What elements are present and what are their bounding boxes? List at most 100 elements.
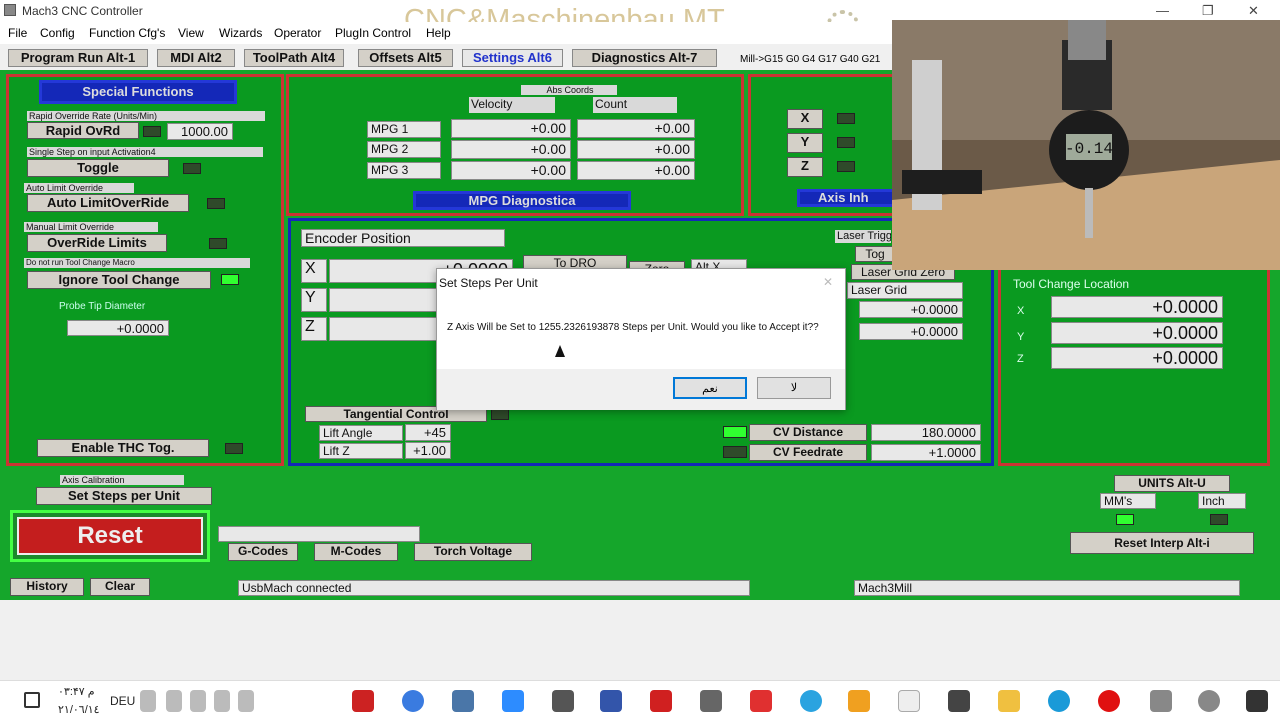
- set-steps-per-unit-button[interactable]: Set Steps per Unit: [36, 487, 212, 505]
- rapid-ovrd-button[interactable]: Rapid OvRd: [27, 122, 139, 139]
- auto-limit-override-button[interactable]: Auto LimitOverRide: [27, 194, 189, 212]
- document-icon[interactable]: [898, 690, 920, 712]
- vk-icon[interactable]: [452, 690, 474, 712]
- ignore-tool-change-led: [221, 274, 239, 285]
- d-app-icon[interactable]: [750, 690, 772, 712]
- menu-wizards[interactable]: Wizards: [219, 26, 262, 40]
- windows-start-icon[interactable]: [1246, 690, 1268, 712]
- cv-feedrate-led: [723, 446, 747, 458]
- mach3-taskbar-icon[interactable]: [552, 690, 574, 712]
- maximize-button[interactable]: ❐: [1202, 3, 1214, 19]
- tool-change-x-value[interactable]: +0.0000: [1051, 296, 1223, 318]
- input-icon[interactable]: [190, 690, 206, 712]
- reset-button[interactable]: Reset: [17, 517, 203, 555]
- mpg1-velocity: +0.00: [451, 119, 571, 138]
- onedrive-icon[interactable]: [214, 690, 230, 712]
- tab-toolpath[interactable]: ToolPath Alt4: [244, 49, 344, 67]
- wifi-icon[interactable]: [166, 690, 182, 712]
- chrome-icon[interactable]: [402, 690, 424, 712]
- tool-change-x-label: X: [1017, 305, 1025, 317]
- no-tool-change-label: Do not run Tool Change Macro: [24, 258, 250, 268]
- axis-y-button[interactable]: Y: [787, 133, 823, 153]
- menu-plugin-control[interactable]: PlugIn Control: [335, 26, 411, 40]
- acrobat-icon[interactable]: [650, 690, 672, 712]
- reset-frame: Reset: [10, 510, 210, 562]
- tab-program-run[interactable]: Program Run Alt-1: [8, 49, 148, 67]
- inkscape-icon[interactable]: [700, 690, 722, 712]
- menu-operator[interactable]: Operator: [274, 26, 321, 40]
- menu-config[interactable]: Config: [40, 26, 75, 40]
- axis-x-button[interactable]: X: [787, 109, 823, 129]
- g-codes-button[interactable]: G-Codes: [228, 543, 298, 561]
- m-codes-button[interactable]: M-Codes: [314, 543, 398, 561]
- encoder-z-label: Z: [301, 317, 327, 341]
- history-button[interactable]: History: [10, 578, 84, 596]
- units-inch-led: [1210, 514, 1228, 525]
- torch-voltage-button[interactable]: Torch Voltage: [414, 543, 532, 561]
- axis-z-button[interactable]: Z: [787, 157, 823, 177]
- reset-interp-button[interactable]: Reset Interp Alt-i: [1070, 532, 1254, 554]
- tab-diagnostics[interactable]: Diagnostics Alt-7: [572, 49, 717, 67]
- lift-z-value[interactable]: +1.00: [405, 442, 451, 459]
- rapid-ovrd-value[interactable]: 1000.00: [167, 123, 233, 140]
- tool-change-panel: Tool Change Location X +0.0000 Y +0.0000…: [998, 266, 1270, 466]
- clear-button[interactable]: Clear: [90, 578, 150, 596]
- probe-tip-value[interactable]: +0.0000: [67, 320, 169, 336]
- tray-expand-icon[interactable]: [238, 690, 254, 712]
- thc-led: [225, 443, 243, 454]
- notification-icon[interactable]: [24, 692, 40, 708]
- lift-angle-value[interactable]: +45: [405, 424, 451, 441]
- units-button[interactable]: UNITS Alt-U: [1114, 475, 1230, 492]
- auto-limit-led: [207, 198, 225, 209]
- file-explorer-icon[interactable]: [998, 690, 1020, 712]
- cv-distance-button[interactable]: CV Distance: [749, 424, 867, 441]
- laser-toggle-button[interactable]: Tog: [855, 246, 895, 262]
- search-icon[interactable]: [1198, 690, 1220, 712]
- mpg3-label: MPG 3: [367, 162, 441, 179]
- mail-icon[interactable]: [948, 690, 970, 712]
- menu-function-cfgs[interactable]: Function Cfg's: [89, 26, 165, 40]
- internet-explorer-icon[interactable]: [1048, 690, 1070, 712]
- telegram-icon[interactable]: [800, 690, 822, 712]
- dial-indicator-photo: -0.14: [892, 20, 1280, 270]
- zoom-icon[interactable]: [502, 690, 524, 712]
- volume-icon[interactable]: [140, 690, 156, 712]
- tray-language[interactable]: DEU: [110, 694, 135, 708]
- tab-offsets[interactable]: Offsets Alt5: [358, 49, 453, 67]
- opera-icon[interactable]: [1098, 690, 1120, 712]
- lift-angle-label: Lift Angle: [319, 425, 403, 441]
- tray-time[interactable]: ۰۳:۴۷ م: [58, 685, 95, 698]
- enable-thc-button[interactable]: Enable THC Tog.: [37, 439, 209, 457]
- tool-change-y-value[interactable]: +0.0000: [1051, 322, 1223, 344]
- menu-help[interactable]: Help: [426, 26, 451, 40]
- menu-file[interactable]: File: [8, 26, 27, 40]
- minimize-button[interactable]: —: [1156, 3, 1169, 18]
- ignore-tool-change-button[interactable]: Ignore Tool Change: [27, 271, 211, 289]
- estlcam-icon[interactable]: [600, 690, 622, 712]
- manual-limit-label: Manual Limit Override: [24, 222, 158, 232]
- a-app-icon[interactable]: [848, 690, 870, 712]
- toggle-button[interactable]: Toggle: [27, 159, 169, 177]
- override-limits-button[interactable]: OverRide Limits: [27, 234, 167, 252]
- tool-change-z-label: Z: [1017, 353, 1024, 365]
- cv-feedrate-button[interactable]: CV Feedrate: [749, 444, 867, 461]
- tray-date[interactable]: ۲۱/۰٦/۱٤: [58, 703, 100, 716]
- tab-mdi[interactable]: MDI Alt2: [157, 49, 235, 67]
- dialog-yes-button[interactable]: نعم: [673, 377, 747, 399]
- camera-video-overlay: -0.14: [892, 20, 1280, 270]
- units-inch-label: Inch: [1198, 493, 1246, 509]
- solidworks-icon[interactable]: [352, 690, 374, 712]
- dialog-close-button[interactable]: ✕: [823, 275, 833, 289]
- task-view-icon[interactable]: [1150, 690, 1172, 712]
- cv-feedrate-value[interactable]: +1.0000: [871, 444, 981, 461]
- gcode-mode-line: Mill->G15 G0 G4 G17 G40 G21: [740, 54, 881, 65]
- probe-tip-label: Probe Tip Diameter: [59, 301, 146, 312]
- cv-distance-value[interactable]: 180.0000: [871, 424, 981, 441]
- dialog-no-button[interactable]: لا: [757, 377, 831, 399]
- menu-view[interactable]: View: [178, 26, 204, 40]
- encoder-x-label: X: [301, 259, 327, 283]
- close-button[interactable]: ✕: [1248, 3, 1259, 19]
- tool-change-z-value[interactable]: +0.0000: [1051, 347, 1223, 369]
- tab-settings[interactable]: Settings Alt6: [462, 49, 563, 67]
- mpg2-velocity: +0.00: [451, 140, 571, 159]
